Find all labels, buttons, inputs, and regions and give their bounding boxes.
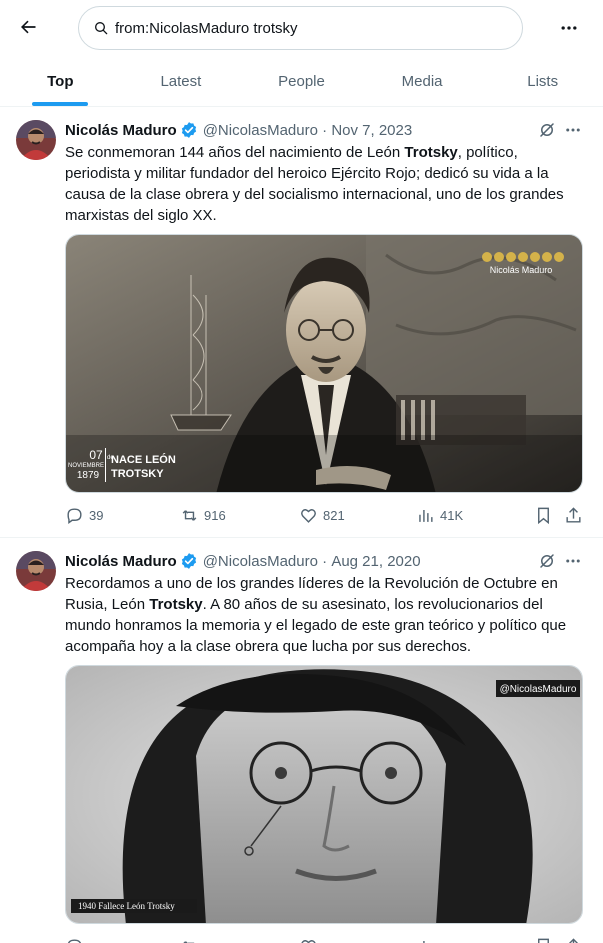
search-input[interactable] — [115, 19, 495, 37]
image-caption-line1: NACE LEÓN — [111, 453, 176, 466]
avatar[interactable] — [16, 120, 56, 160]
image-date-day: 07 — [89, 448, 103, 462]
author-handle[interactable]: @NicolasMaduro — [203, 122, 318, 139]
reply-button[interactable] — [65, 937, 89, 943]
tab-top-label: Top — [47, 72, 74, 90]
share-button[interactable] — [564, 506, 588, 525]
more-options-button[interactable] — [555, 14, 583, 42]
tweet-date[interactable]: Nov 7, 2023 — [331, 122, 412, 139]
verified-badge-icon — [180, 552, 198, 570]
arrow-left-icon — [21, 20, 36, 34]
tweet-text: Recordamos a uno de los grandes líderes … — [65, 573, 585, 657]
tweet-text: Se conmemoran 144 años del nacimiento de… — [65, 142, 585, 226]
active-tab-indicator — [32, 102, 89, 106]
views-icon — [419, 509, 433, 522]
tab-media[interactable]: Media — [362, 56, 483, 106]
reply-count: 39 — [89, 508, 104, 523]
grok-button[interactable] — [537, 120, 557, 140]
tab-lists[interactable]: Lists — [482, 56, 603, 106]
repost-button[interactable] — [180, 937, 204, 943]
tweet[interactable]: Nicolás Maduro @NicolasMaduro · Aug 21, … — [0, 538, 603, 943]
repost-count: 916 — [204, 508, 226, 523]
back-button[interactable] — [14, 13, 42, 41]
views-count: 41K — [440, 508, 464, 523]
bookmark-icon — [538, 507, 549, 525]
search-highlight: Trotsky — [149, 596, 203, 613]
verified-badge-icon — [180, 121, 198, 139]
tweet-text-part: Se conmemoran 144 años del nacimiento de… — [65, 144, 405, 161]
image-date-month: NOVIEMBRE — [68, 463, 104, 469]
bookmark-button[interactable] — [534, 506, 558, 525]
more-horizontal-icon — [566, 128, 580, 132]
tweet-date[interactable]: Aug 21, 2020 — [331, 553, 420, 570]
tab-top[interactable]: Top — [0, 56, 121, 106]
share-button[interactable] — [564, 937, 588, 943]
views-button[interactable]: 41K — [416, 506, 463, 525]
views-icon — [423, 940, 425, 943]
grok-icon — [540, 123, 554, 137]
share-icon — [566, 507, 581, 523]
views-button[interactable] — [416, 937, 440, 943]
tab-latest-label: Latest — [160, 72, 202, 90]
search-box[interactable] — [78, 6, 523, 50]
tab-latest[interactable]: Latest — [121, 56, 242, 106]
tweet-actions — [65, 937, 585, 943]
tab-media-label: Media — [401, 72, 443, 90]
more-horizontal-icon — [566, 559, 580, 563]
author-handle[interactable]: @NicolasMaduro — [203, 553, 318, 570]
like-button[interactable] — [299, 937, 323, 943]
like-button[interactable]: 821 — [299, 506, 345, 525]
repost-icon — [182, 510, 197, 521]
tweet-image[interactable]: @NicolasMaduro 1940 Fallece León Trotsky — [65, 665, 583, 924]
author-name[interactable]: Nicolás Maduro — [65, 553, 177, 570]
tab-people[interactable]: People — [241, 56, 362, 106]
heart-icon — [301, 940, 316, 943]
image-watermark: Nicolás Maduro — [490, 265, 553, 275]
bookmark-icon — [538, 938, 549, 943]
heart-icon — [301, 509, 316, 523]
avatar[interactable] — [16, 551, 56, 591]
like-count: 821 — [323, 508, 345, 523]
reply-icon — [67, 939, 82, 943]
top-bar — [0, 0, 603, 56]
tab-lists-label: Lists — [527, 72, 559, 90]
tab-people-label: People — [278, 72, 325, 90]
grok-icon — [540, 554, 554, 568]
reply-button[interactable]: 39 — [65, 506, 103, 525]
more-horizontal-icon — [561, 26, 577, 30]
search-tabs: Top Latest People Media Lists — [0, 56, 603, 107]
tweet-header: Nicolás Maduro @NicolasMaduro · Aug 21, … — [65, 551, 421, 571]
tweet-more-button[interactable] — [562, 120, 584, 140]
search-icon — [93, 20, 109, 36]
tweet-header: Nicolás Maduro @NicolasMaduro · Nov 7, 2… — [65, 120, 412, 140]
image-watermark: @NicolasMaduro — [500, 684, 577, 695]
grok-button[interactable] — [537, 551, 557, 571]
tweet-actions: 39 916 821 41K — [65, 506, 585, 526]
image-date-year: 1879 — [77, 470, 100, 481]
tweet-separator: · — [317, 121, 332, 139]
repost-icon — [183, 941, 195, 943]
image-caption: 1940 Fallece León Trotsky — [78, 901, 175, 911]
search-highlight: Trotsky — [404, 144, 458, 161]
tweet-separator: · — [317, 552, 332, 570]
bookmark-button[interactable] — [534, 937, 558, 943]
tweet-more-button[interactable] — [562, 551, 584, 571]
share-icon — [569, 938, 578, 943]
tweet-image[interactable]: Nicolás Maduro 07 de NOVIEMBRE 1879 NACE… — [65, 234, 583, 493]
author-name[interactable]: Nicolás Maduro — [65, 122, 177, 139]
tweet[interactable]: Nicolás Maduro @NicolasMaduro · Nov 7, 2… — [0, 107, 603, 538]
reply-icon — [67, 508, 82, 525]
repost-button[interactable]: 916 — [180, 506, 226, 525]
image-caption-line2: TROTSKY — [111, 468, 164, 480]
